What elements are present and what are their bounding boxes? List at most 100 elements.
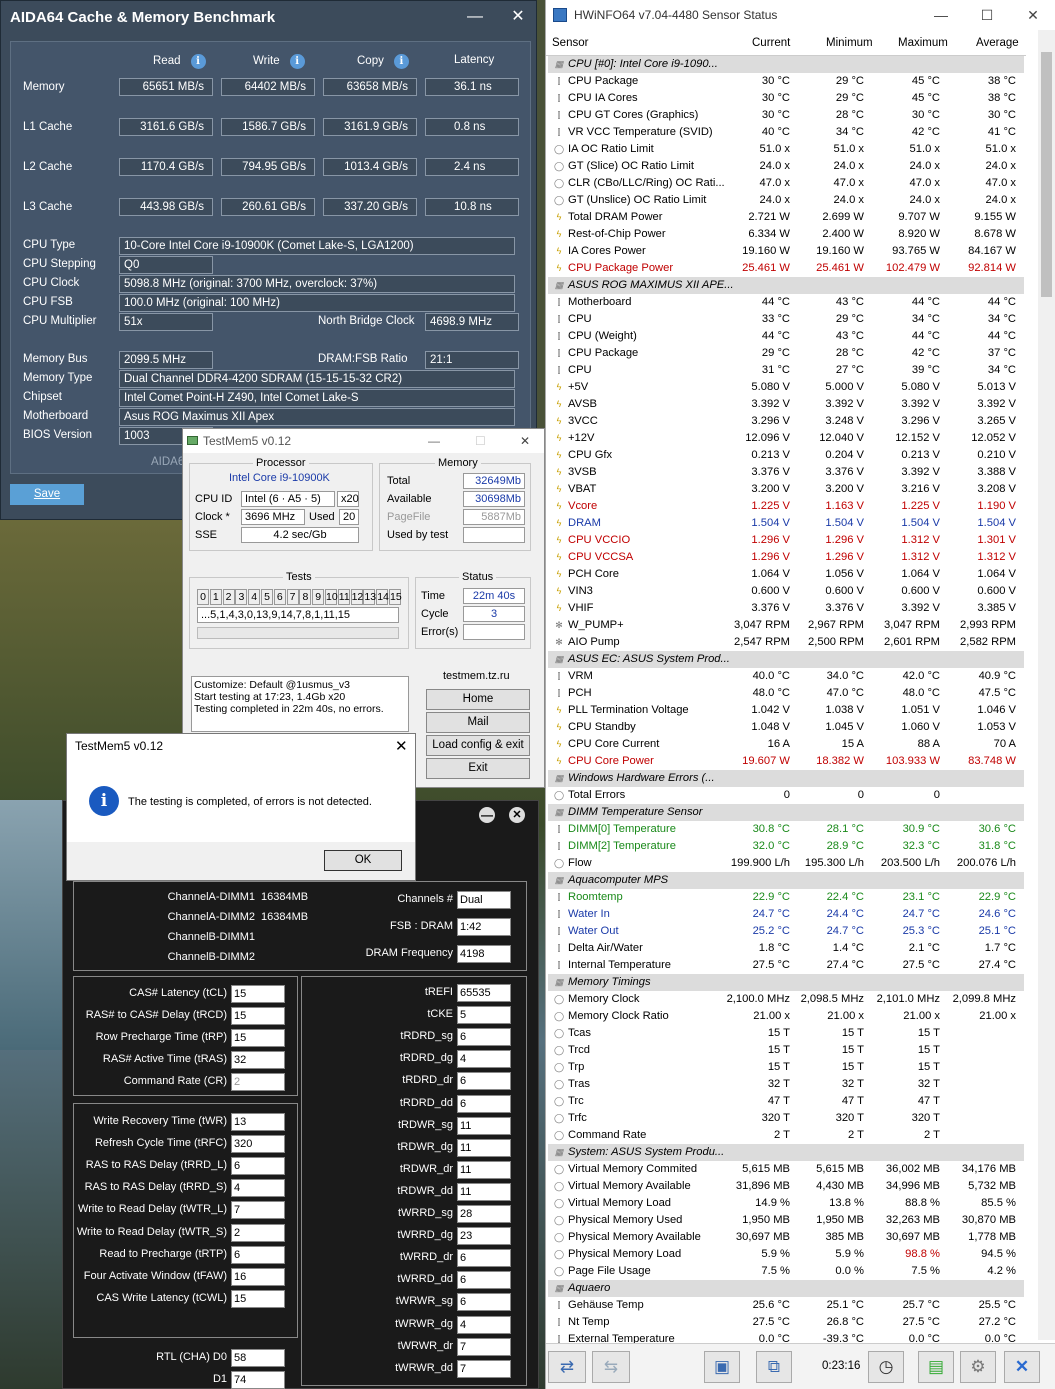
sensor-row[interactable]: ◯ Tcas 15 T 15 T 15 T: [548, 1025, 1024, 1042]
sensor-row[interactable]: ⫿ VRM 40.0 °C 34.0 °C 42.0 °C 40.9 °C: [548, 668, 1024, 685]
sensor-row[interactable]: ⫿ Roomtemp 22.9 °C 22.4 °C 23.1 °C 22.9 °C: [548, 889, 1024, 906]
sensor-row[interactable]: ⫿ Water In 24.7 °C 24.4 °C 24.7 °C 24.6 °C: [548, 906, 1024, 923]
timing-value[interactable]: 23: [457, 1227, 511, 1246]
timing-value[interactable]: 320: [231, 1135, 285, 1154]
sensor-row[interactable]: ϟ CPU VCCIO 1.296 V 1.296 V 1.312 V 1.301 V: [548, 532, 1024, 549]
col-sensor[interactable]: Sensor: [552, 37, 588, 49]
sensor-row[interactable]: ◯ Trcd 15 T 15 T 15 T: [548, 1042, 1024, 1059]
maximize-icon[interactable]: ☐: [964, 0, 1010, 30]
sensor-row[interactable]: ◯ Total Errors 0 0 0: [548, 787, 1024, 804]
sensor-row[interactable]: ⫿ CPU (Weight) 44 °C 43 °C 44 °C 44 °C: [548, 328, 1024, 345]
minimize-icon[interactable]: —: [463, 5, 487, 29]
timing-value[interactable]: 6: [457, 1249, 511, 1268]
sensor-row[interactable]: ⫿ Nt Temp 27.5 °C 26.8 °C 27.5 °C 27.2 °C: [548, 1314, 1024, 1331]
col-minimum[interactable]: Minimum: [826, 37, 873, 49]
sensor-row[interactable]: ◯ Page File Usage 7.5 % 0.0 % 7.5 % 4.2 %: [548, 1263, 1024, 1280]
sensor-group-header[interactable]: ▦ ASUS ROG MAXIMUS XII APE...: [548, 277, 1024, 294]
sensor-group-header[interactable]: ▦ Memory Timings: [548, 974, 1024, 991]
timing-value[interactable]: 6: [457, 1271, 511, 1290]
timing-value[interactable]: 15: [231, 1007, 285, 1025]
timing-value[interactable]: 65535: [457, 984, 511, 1002]
timing-value[interactable]: 15: [231, 1029, 285, 1047]
sensor-row[interactable]: ◯ Flow 199.900 L/h 195.300 L/h 203.500 L/h 20…: [548, 855, 1024, 872]
sensor-row[interactable]: ◯ Virtual Memory Load 14.9 % 13.8 % 88.8 % 85…: [548, 1195, 1024, 1212]
timing-value[interactable]: 4: [457, 1050, 511, 1069]
sensor-row[interactable]: ◯ GT (Unslice) OC Ratio Limit 24.0 x 24.0 x…: [548, 192, 1024, 209]
save-button[interactable]: Save: [10, 484, 84, 505]
timing-value[interactable]: 15: [231, 1289, 285, 1308]
ok-button[interactable]: OK: [324, 850, 402, 871]
sensor-row[interactable]: ⫿ CPU GT Cores (Graphics) 30 °C 28 °C 30 °C 3…: [548, 107, 1024, 124]
sensor-row[interactable]: ϟ CPU Standby 1.048 V 1.045 V 1.060 V 1.053 V: [548, 719, 1024, 736]
timing-value[interactable]: 6: [457, 1293, 511, 1312]
sensor-row[interactable]: ϟ DRAM 1.504 V 1.504 V 1.504 V 1.504 V: [548, 515, 1024, 532]
timing-value[interactable]: 6: [231, 1245, 285, 1264]
sensor-row[interactable]: ◯ Physical Memory Available 30,697 MB 385 M…: [548, 1229, 1024, 1246]
timing-value[interactable]: 6: [231, 1157, 285, 1176]
timing-value[interactable]: 74: [231, 1371, 285, 1389]
sensor-row[interactable]: ⫿ CPU Package 29 °C 28 °C 42 °C 37 °C: [548, 345, 1024, 362]
timing-value[interactable]: 32: [231, 1051, 285, 1069]
sensor-row[interactable]: ◯ Trfc 320 T 320 T 320 T: [548, 1110, 1024, 1127]
sensor-row[interactable]: ◯ Virtual Memory Commited 5,615 MB 5,615 MB…: [548, 1161, 1024, 1178]
sensor-row[interactable]: ϟ +12V 12.096 V 12.040 V 12.152 V 12.052 V: [548, 430, 1024, 447]
sensor-row[interactable]: ⫿ Delta Air/Water 1.8 °C 1.4 °C 2.1 °C 1.7 °C: [548, 940, 1024, 957]
sensor-group-header[interactable]: ▦ DIMM Temperature Sensor: [548, 804, 1024, 821]
timing-value[interactable]: 16: [231, 1267, 285, 1286]
sensor-group-header[interactable]: ▦ ASUS EC: ASUS System Prod...: [548, 651, 1024, 668]
sensor-row[interactable]: ◯ Tras 32 T 32 T 32 T: [548, 1076, 1024, 1093]
sensor-row[interactable]: ⫿ PCH 48.0 °C 47.0 °C 48.0 °C 47.5 °C: [548, 685, 1024, 702]
sensor-row[interactable]: ◯ Command Rate 2 T 2 T 2 T: [548, 1127, 1024, 1144]
timing-value[interactable]: 2: [231, 1223, 285, 1242]
load-config-exit-button[interactable]: Load config & exit: [426, 735, 530, 756]
sensor-row[interactable]: ⫿ Water Out 25.2 °C 24.7 °C 25.3 °C 25.1 °C: [548, 923, 1024, 940]
sensor-row[interactable]: ⫿ CPU 33 °C 29 °C 34 °C 34 °C: [548, 311, 1024, 328]
timing-value[interactable]: 2: [231, 1073, 285, 1091]
home-button[interactable]: Home: [426, 689, 530, 710]
report-icon[interactable]: ▤: [918, 1351, 954, 1383]
sensor-row[interactable]: ϟ CPU Core Current 16 A 15 A 88 A 70 A: [548, 736, 1024, 753]
timing-value[interactable]: 7: [231, 1201, 285, 1220]
sensor-row[interactable]: ϟ 3VCC 3.296 V 3.248 V 3.296 V 3.265 V: [548, 413, 1024, 430]
sensor-row[interactable]: ⫿ Gehäuse Temp 25.6 °C 25.1 °C 25.7 °C 25.5 °…: [548, 1297, 1024, 1314]
network-icon[interactable]: ⧉: [756, 1351, 792, 1383]
close-icon[interactable]: ✕: [506, 5, 530, 29]
clock-icon[interactable]: ◷: [868, 1351, 904, 1383]
timing-value[interactable]: 6: [457, 1028, 511, 1047]
sensor-row[interactable]: ϟ VHIF 3.376 V 3.376 V 3.392 V 3.385 V: [548, 600, 1024, 617]
sensor-row[interactable]: ⫿ CPU 31 °C 27 °C 39 °C 34 °C: [548, 362, 1024, 379]
close-icon[interactable]: ✕: [1004, 1351, 1040, 1383]
sensor-row[interactable]: ϟ CPU Core Power 19.607 W 18.382 W 103.933 W…: [548, 753, 1024, 770]
timing-value[interactable]: 58: [231, 1349, 285, 1367]
sensor-row[interactable]: ϟ 3VSB 3.376 V 3.376 V 3.392 V 3.388 V: [548, 464, 1024, 481]
sensor-row[interactable]: ϟ +5V 5.080 V 5.000 V 5.080 V 5.013 V: [548, 379, 1024, 396]
sensor-group-header[interactable]: ▦ Aquacomputer MPS: [548, 872, 1024, 889]
sensor-row[interactable]: ◯ Physical Memory Used 1,950 MB 1,950 MB 32,…: [548, 1212, 1024, 1229]
sensor-row[interactable]: ϟ VIN3 0.600 V 0.600 V 0.600 V 0.600 V: [548, 583, 1024, 600]
sensor-row[interactable]: ϟ CPU Package Power 25.461 W 25.461 W 102.47…: [548, 260, 1024, 277]
sensor-row[interactable]: ◯ GT (Slice) OC Ratio Limit 24.0 x 24.0 x 24…: [548, 158, 1024, 175]
timing-value[interactable]: 6: [457, 1094, 511, 1113]
sensor-row[interactable]: ϟ Total DRAM Power 2.721 W 2.699 W 9.707 W 9.…: [548, 209, 1024, 226]
sensor-row[interactable]: ⫿ Internal Temperature 27.5 °C 27.4 °C 27.5 …: [548, 957, 1024, 974]
sensor-row[interactable]: ◯ CLR (CBo/LLC/Ring) OC Rati... 47.0 x 47.0…: [548, 175, 1024, 192]
timing-value[interactable]: 5: [457, 1006, 511, 1025]
arrows-left-right-icon[interactable]: ⇄: [548, 1351, 586, 1383]
arrows-right-left-icon[interactable]: ⇆: [592, 1351, 630, 1383]
sensor-row[interactable]: ⫿ VR VCC Temperature (SVID) 40 °C 34 °C 42 °…: [548, 124, 1024, 141]
scrollbar[interactable]: [1038, 30, 1055, 1340]
close-icon[interactable]: ✕: [509, 807, 525, 823]
sensor-group-header[interactable]: ▦ CPU [#0]: Intel Core i9-1090...: [548, 56, 1024, 73]
minimize-icon[interactable]: —: [918, 0, 964, 30]
close-icon[interactable]: ✕: [1010, 0, 1055, 30]
sensor-row[interactable]: ϟ VBAT 3.200 V 3.200 V 3.216 V 3.208 V: [548, 481, 1024, 498]
col-current[interactable]: Current: [752, 37, 790, 49]
sensor-row[interactable]: ϟ CPU Gfx 0.213 V 0.204 V 0.213 V 0.210 V: [548, 447, 1024, 464]
sensor-row[interactable]: ✻ AIO Pump 2,547 RPM 2,500 RPM 2,601 RPM 2,58…: [548, 634, 1024, 651]
close-icon[interactable]: ✕: [520, 429, 530, 453]
sensor-row[interactable]: ⫿ Motherboard 44 °C 43 °C 44 °C 44 °C: [548, 294, 1024, 311]
sensor-row[interactable]: ⫿ DIMM[0] Temperature 30.8 °C 28.1 °C 30.9 °…: [548, 821, 1024, 838]
timing-value[interactable]: 6: [457, 1072, 511, 1091]
sensor-row[interactable]: ◯ Memory Clock 2,100.0 MHz 2,098.5 MHz 2,101…: [548, 991, 1024, 1008]
sensor-row[interactable]: ◯ IA OC Ratio Limit 51.0 x 51.0 x 51.0 x 51.0…: [548, 141, 1024, 158]
